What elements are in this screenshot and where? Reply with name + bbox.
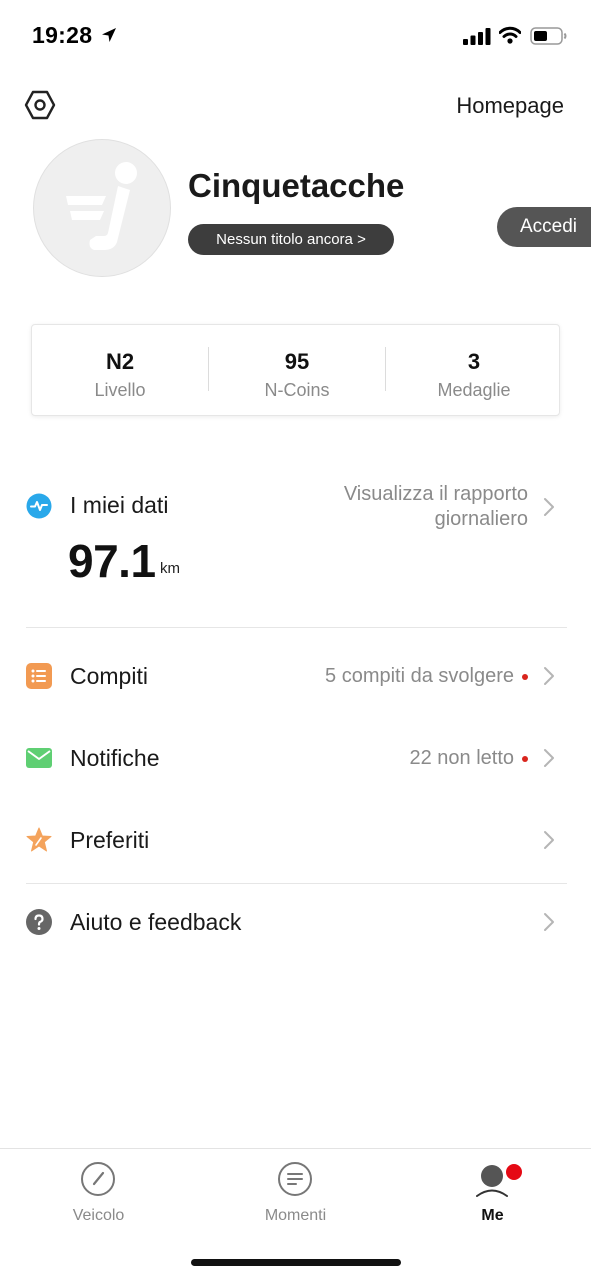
chevron-right-icon [544, 913, 554, 931]
menu-label: Notifiche [70, 745, 160, 771]
username: Cinquetacche [188, 167, 405, 204]
chevron-right-icon [544, 749, 554, 767]
tab-me[interactable]: Me [394, 1149, 591, 1239]
wifi-icon [499, 26, 521, 44]
unread-dot [522, 674, 528, 680]
chevron-right-icon [544, 667, 554, 685]
menu-label: Preferiti [70, 827, 150, 853]
tab-label: Me [481, 1207, 504, 1224]
tab-moments[interactable]: Momenti [197, 1149, 394, 1239]
menu-detail: 5 compiti da svolgere [325, 665, 514, 687]
status-time: 19:28 [32, 22, 93, 48]
profile-icon [476, 1165, 508, 1197]
distance-value: 97.1 [68, 535, 156, 587]
moments-icon [278, 1162, 312, 1196]
stat-label: N-Coins [264, 380, 330, 400]
login-button[interactable]: Accedi [497, 207, 591, 247]
distance-unit: km [160, 560, 180, 577]
notification-dot [506, 1164, 522, 1180]
speedometer-icon [81, 1162, 115, 1196]
tab-vehicle[interactable]: Veicolo [0, 1149, 197, 1239]
stat-label: Livello [94, 380, 146, 400]
homepage-link[interactable]: Homepage [456, 93, 564, 119]
help-icon [26, 909, 52, 935]
stat-medals[interactable]: 3 Medaglie [386, 325, 562, 417]
tab-label: Momenti [264, 1207, 327, 1224]
activity-icon [26, 493, 52, 519]
cellular-signal-icon [463, 28, 491, 45]
location-arrow-icon [102, 28, 116, 42]
menu-detail: 22 non letto [409, 747, 514, 769]
chevron-right-icon [544, 831, 554, 849]
stat-value: 3 [467, 349, 481, 374]
menu-label: Aiuto e feedback [70, 909, 242, 935]
unread-dot [522, 756, 528, 762]
stats-card: N2 Livello 95 N-Coins 3 Medaglie [31, 324, 560, 416]
battery-icon [530, 27, 567, 45]
section-divider [26, 883, 567, 884]
section-divider [26, 627, 567, 628]
tab-label: Veicolo [72, 1207, 125, 1224]
chevron-right-icon [544, 498, 554, 516]
title-badge[interactable]: Nessun titolo ancora > [188, 224, 394, 255]
star-icon [26, 827, 52, 852]
menu-item-favorites[interactable]: Preferiti [0, 805, 591, 875]
envelope-icon [26, 748, 52, 768]
report-line: Visualizza il rapporto [343, 483, 528, 505]
stat-value: 95 [284, 349, 310, 374]
report-line: giornaliero [434, 508, 528, 530]
avatar[interactable] [33, 139, 171, 277]
stat-level[interactable]: N2 Livello [32, 325, 208, 417]
stat-ncoins[interactable]: 95 N-Coins [209, 325, 385, 417]
settings-hexagon-icon[interactable] [24, 90, 56, 120]
task-list-icon [26, 663, 52, 689]
stat-label: Medaglie [437, 380, 511, 400]
daily-report-link[interactable]: Visualizza il rapporto giornaliero [288, 482, 528, 532]
scooter-logo-icon [66, 162, 137, 250]
status-bar: 19:28 [0, 0, 591, 70]
stat-value: N2 [105, 349, 135, 374]
menu-item-notifications[interactable]: Notifiche 22 non letto [0, 723, 591, 793]
menu-item-help-feedback[interactable]: Aiuto e feedback [0, 887, 591, 957]
my-data-title: I miei dati [70, 492, 169, 518]
menu-label: Compiti [70, 663, 148, 689]
my-data-section[interactable]: I miei dati Visualizza il rapporto giorn… [0, 470, 591, 610]
home-indicator[interactable] [191, 1259, 401, 1266]
menu-item-tasks[interactable]: Compiti 5 compiti da svolgere [0, 641, 591, 711]
